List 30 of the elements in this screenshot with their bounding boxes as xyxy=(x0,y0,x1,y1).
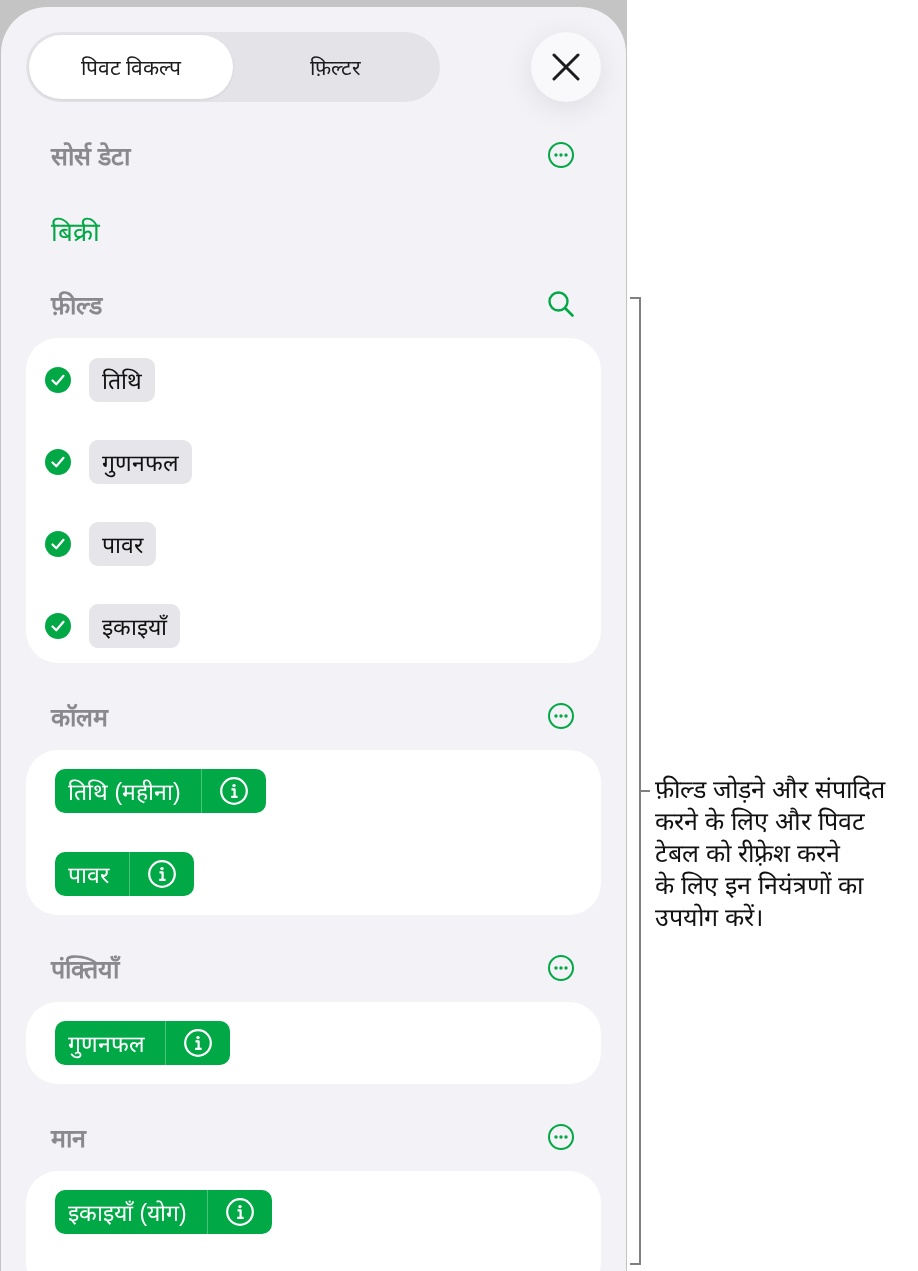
close-icon xyxy=(552,53,580,81)
more-icon[interactable] xyxy=(548,955,574,981)
section-title: पंक्तियाँ xyxy=(51,954,119,985)
info-icon[interactable] xyxy=(148,860,176,888)
section-title: कॉलम xyxy=(51,702,108,733)
info-icon[interactable] xyxy=(184,1029,212,1057)
checkmark-icon[interactable] xyxy=(45,367,71,393)
callout-text: फ़ील्ड जोड़ने और संपादित करने के लिए और पिवट टेबल को रीफ़्रेश करने के लिए इन नियंत्रणों का उपयोग करें। xyxy=(655,774,887,933)
more-icon[interactable] xyxy=(548,1124,574,1150)
field-chip[interactable]: इकाइयाँ xyxy=(89,604,180,648)
tab[interactable]: पिवट विकल्प xyxy=(29,35,233,99)
checkmark-icon[interactable] xyxy=(45,613,71,639)
section-title: सोर्स डेटा xyxy=(51,141,130,172)
pill-label: गुणनफल xyxy=(67,1030,146,1061)
pill-label: पावर xyxy=(67,861,111,890)
field-chip[interactable]: पावर xyxy=(89,522,156,566)
pill-label: इकाइयाँ (योग) xyxy=(67,1199,188,1228)
field-chip[interactable]: गुणनफल xyxy=(89,440,192,484)
info-icon[interactable] xyxy=(219,777,248,805)
more-icon[interactable] xyxy=(548,142,574,168)
search-icon[interactable] xyxy=(548,291,574,317)
checkmark-icon[interactable] xyxy=(45,531,71,557)
checkmark-icon[interactable] xyxy=(45,449,71,475)
section-title: फ़ील्ड xyxy=(51,290,102,321)
field-chip[interactable]: तिथि xyxy=(89,358,155,402)
section-title: मान xyxy=(51,1123,86,1154)
info-icon[interactable] xyxy=(225,1198,254,1226)
pill-label: तिथि (महीना) xyxy=(67,778,182,807)
tab[interactable]: फ़िल्टर xyxy=(233,35,437,99)
more-icon[interactable] xyxy=(548,703,574,729)
